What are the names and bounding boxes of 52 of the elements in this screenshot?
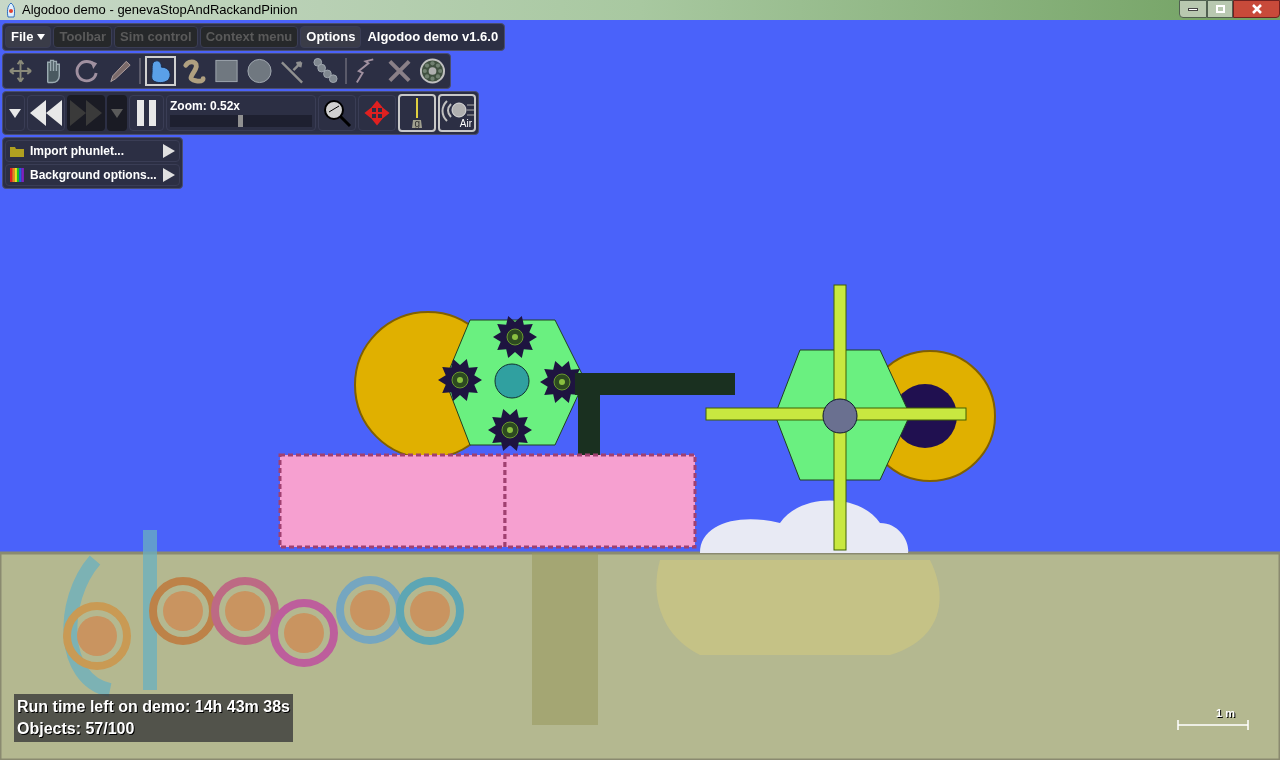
close-icon	[1250, 4, 1263, 14]
gravity-toggle[interactable]: g	[398, 94, 436, 132]
caret-icon	[37, 34, 46, 40]
chain-icon	[312, 57, 339, 85]
toggle-label: g	[414, 119, 421, 130]
status-text: Run time left on demo: 14h 43m 38s	[17, 697, 290, 717]
app-icon	[4, 2, 18, 18]
zoom-slider[interactable]	[170, 115, 312, 127]
menu-dropdown[interactable]: File	[5, 26, 52, 48]
zoom-control[interactable]: Zoom: 0.52x	[166, 95, 316, 131]
cross-icon	[386, 57, 413, 85]
menu-button[interactable]: Options	[300, 26, 362, 48]
context-menu-item[interactable]: Import phunlet...	[5, 140, 180, 162]
version-label: Algodoo demo v1.6.0	[366, 28, 500, 47]
zoom-tool-button[interactable]	[318, 95, 356, 131]
magnifier-icon	[322, 98, 352, 128]
minimize-button[interactable]	[1179, 0, 1207, 18]
window-title: Algodoo demo - genevaStopAndRackandPinion	[22, 1, 298, 20]
move-icon	[363, 99, 391, 127]
tool-button[interactable]	[145, 56, 176, 86]
rotate-icon	[73, 57, 100, 85]
restore-button[interactable]	[1207, 0, 1233, 18]
color-palette-icon	[10, 168, 24, 182]
pause-icon	[135, 99, 158, 127]
square-icon	[213, 57, 240, 85]
pendulum-icon	[412, 98, 422, 128]
folder-icon	[10, 145, 24, 157]
scale-label: 1 m	[1216, 708, 1236, 719]
wheel-icon	[419, 57, 446, 85]
caret-icon	[8, 106, 22, 120]
slider-thumb[interactable]	[237, 115, 243, 127]
sim-button[interactable]	[129, 95, 164, 131]
zoom-label: Zoom: 0.52x	[170, 99, 242, 113]
status-text: Objects: 57/100	[17, 719, 136, 739]
air-toggle[interactable]: Air	[438, 94, 476, 132]
move-icon	[7, 57, 34, 85]
close-button[interactable]	[1233, 0, 1280, 18]
arrow-right-icon	[162, 168, 175, 182]
rewind-icon	[28, 98, 64, 128]
context-menu-item[interactable]: Background options...	[5, 164, 180, 186]
tool-button[interactable]	[310, 56, 341, 86]
arrow-right-icon	[162, 144, 175, 158]
sim-button[interactable]	[5, 95, 25, 131]
tool-button[interactable]	[417, 56, 448, 86]
circle-icon	[246, 57, 273, 85]
sim-button[interactable]	[27, 95, 65, 131]
rope-icon	[180, 57, 207, 85]
tool-button[interactable]	[244, 56, 275, 86]
fast-forward-icon	[68, 98, 104, 128]
toggle-label: Air	[459, 119, 473, 130]
caret-icon	[110, 106, 124, 120]
scale-bar	[1177, 719, 1249, 731]
